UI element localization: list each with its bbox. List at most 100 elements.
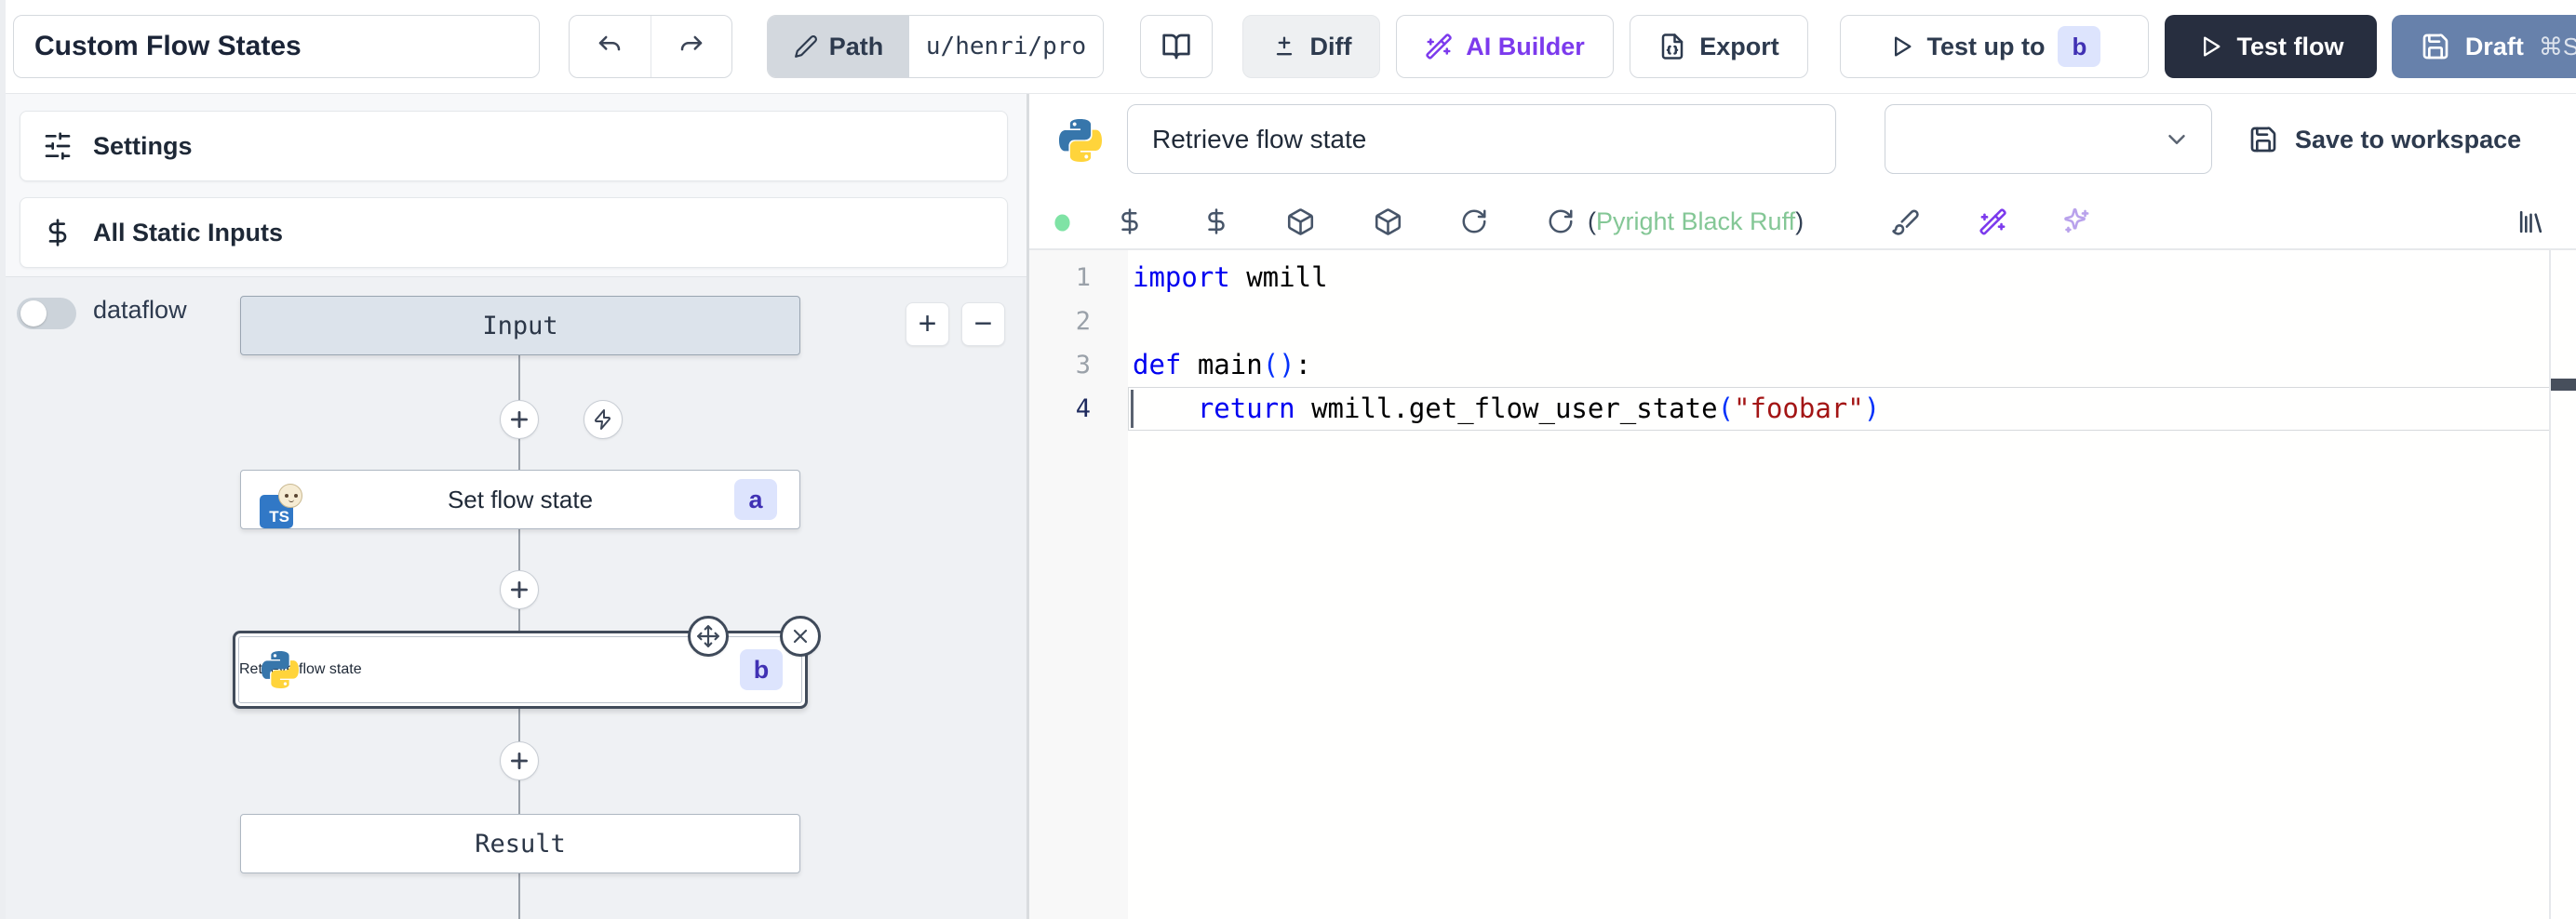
zoom-in-button[interactable]: + — [906, 302, 949, 346]
undo-icon — [596, 33, 624, 60]
redo-icon — [678, 33, 705, 60]
play-icon — [2197, 33, 2223, 60]
path-control[interactable]: Path u/henri/pro — [767, 15, 1104, 78]
step-name-input[interactable] — [1127, 104, 1836, 174]
step-b-id-badge: b — [740, 649, 783, 690]
ai-wand-icon[interactable] — [1979, 207, 2007, 236]
add-trigger-button[interactable] — [584, 400, 623, 439]
move-step-button[interactable] — [688, 616, 729, 657]
lsp-assistants-text: (Pyright Black Ruff) — [1588, 207, 1804, 236]
diff-button[interactable]: Diff — [1242, 15, 1380, 78]
insert-step-button[interactable] — [500, 570, 539, 609]
chevron-down-icon — [2163, 126, 2191, 153]
package-icon[interactable] — [1286, 207, 1315, 236]
ai-builder-button[interactable]: AI Builder — [1396, 15, 1614, 78]
file-braces-icon — [1658, 33, 1686, 60]
sparkles-icon[interactable] — [2062, 207, 2091, 236]
export-label: Export — [1699, 33, 1779, 61]
format-brush-icon[interactable] — [1891, 207, 1920, 236]
dollar-icon[interactable] — [1116, 207, 1144, 235]
flow-node-set-flow-state[interactable]: TS Set flow state a — [240, 470, 800, 529]
toggle-knob — [20, 300, 47, 326]
line-number: 1 — [1029, 256, 1128, 300]
step-a-id-badge: a — [734, 479, 777, 520]
path-value[interactable]: u/henri/pro — [909, 16, 1103, 77]
draft-label: Draft — [2465, 33, 2524, 61]
dollar-icon[interactable] — [1202, 207, 1230, 235]
save-icon — [2421, 32, 2450, 61]
worker-tag-select[interactable] — [1885, 104, 2212, 174]
package-icon[interactable] — [1374, 207, 1402, 236]
path-label: Path — [829, 33, 884, 61]
flow-graph-panel: Settings All Static Inputs dataflow + − … — [0, 94, 1026, 919]
docs-button[interactable] — [1140, 15, 1213, 78]
ai-builder-label: AI Builder — [1466, 33, 1585, 61]
result-node-label: Result — [475, 830, 566, 859]
export-button[interactable]: Export — [1630, 15, 1808, 78]
wand-sparkles-icon — [1425, 33, 1453, 60]
test-up-to-label: Test up to — [1927, 33, 2046, 61]
diff-icon — [1271, 33, 1297, 60]
code-line[interactable]: return wmill.get_flow_user_state("foobar… — [1128, 387, 2576, 431]
top-toolbar: Path u/henri/pro Diff AI Builder — [0, 0, 2576, 94]
all-static-inputs-button[interactable]: All Static Inputs — [20, 197, 1008, 268]
step-a-label: Set flow state — [241, 486, 799, 514]
all-static-inputs-label: All Static Inputs — [93, 219, 283, 247]
line-number: 2 — [1029, 300, 1128, 343]
dataflow-toggle-label: dataflow — [93, 296, 187, 325]
dollar-icon — [43, 218, 73, 247]
code-content[interactable]: import wmill def main(): return wmill.get… — [1128, 256, 2576, 431]
flow-node-input[interactable]: Input — [240, 296, 800, 355]
settings-label: Settings — [93, 132, 193, 161]
editor-scrollbar-track[interactable] — [2549, 250, 2551, 919]
test-flow-label: Test flow — [2236, 33, 2343, 61]
library-icon[interactable] — [2516, 207, 2545, 236]
insert-step-button[interactable] — [500, 400, 539, 439]
line-number-gutter: 1234 — [1029, 250, 1128, 919]
flow-editor-window: Path u/henri/pro Diff AI Builder — [0, 0, 2576, 919]
code-line[interactable]: def main(): — [1128, 343, 2576, 387]
test-flow-button[interactable]: Test flow — [2165, 15, 2377, 78]
insert-step-button[interactable] — [500, 741, 539, 780]
delete-step-button[interactable] — [780, 616, 821, 657]
panel-resize-handle[interactable] — [1026, 94, 1029, 919]
undo-redo-group — [569, 15, 732, 78]
step-editor-panel: Save to workspace — [1029, 94, 2576, 919]
test-up-to-button[interactable]: Test up to b — [1840, 15, 2149, 78]
lsp-status-dot — [1053, 214, 1071, 232]
reload-icon[interactable] — [1547, 207, 1575, 235]
path-button[interactable]: Path — [768, 16, 909, 77]
editor-toolbar: (Pyright Black Ruff) — [1029, 195, 2576, 248]
code-line[interactable] — [1128, 300, 2576, 343]
book-open-icon — [1161, 32, 1191, 61]
flow-graph-canvas[interactable]: dataflow + − Input TS Set flow state — [0, 276, 1026, 919]
save-to-workspace-button[interactable]: Save to workspace — [2248, 111, 2521, 168]
zoom-out-button[interactable]: − — [961, 302, 1005, 346]
line-number: 4 — [1029, 387, 1128, 431]
scrollbar-cursor-marker — [2551, 379, 2576, 391]
flow-name-input[interactable] — [13, 15, 540, 78]
dataflow-toggle[interactable] — [17, 298, 76, 329]
reload-icon[interactable] — [1460, 207, 1488, 235]
python-icon — [1059, 119, 1102, 162]
input-node-label: Input — [482, 312, 557, 340]
code-line[interactable]: import wmill — [1128, 256, 2576, 300]
redo-button[interactable] — [651, 16, 732, 77]
save-icon — [2248, 125, 2278, 154]
step-b-label: Retrieve flow state — [239, 661, 362, 678]
text-cursor — [1131, 390, 1134, 428]
settings-button[interactable]: Settings — [20, 111, 1008, 181]
pencil-icon — [794, 34, 818, 59]
test-up-to-step-badge: b — [2058, 26, 2100, 67]
code-editor[interactable]: 1234 import wmill def main(): return wmil… — [1029, 250, 2576, 919]
python-icon — [262, 651, 299, 688]
sliders-icon — [43, 131, 73, 161]
play-icon — [1888, 33, 1914, 60]
save-to-workspace-label: Save to workspace — [2295, 126, 2521, 154]
line-number: 3 — [1029, 343, 1128, 387]
diff-label: Diff — [1310, 33, 1352, 61]
draft-save-button[interactable]: Draft ⌘S — [2392, 15, 2576, 78]
flow-node-result[interactable]: Result — [240, 814, 800, 873]
window-edge — [0, 0, 6, 919]
undo-button[interactable] — [570, 16, 651, 77]
